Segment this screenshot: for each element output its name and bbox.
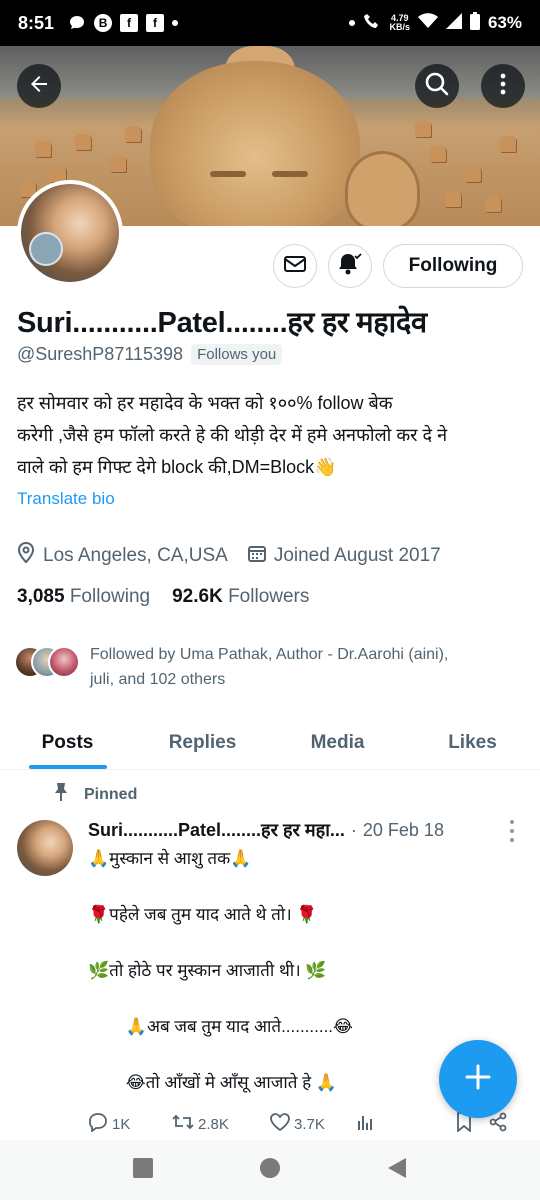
following-count: 3,085 xyxy=(17,586,65,607)
pinned-indicator: Pinned xyxy=(52,782,137,807)
system-nav-bar xyxy=(0,1140,540,1200)
bio-line: करेगी ,जैसे हम फॉलो करते हे की थोड़ी देर… xyxy=(17,425,448,445)
bell-check-icon xyxy=(337,251,363,282)
calendar-icon xyxy=(247,544,266,568)
back-nav-button[interactable] xyxy=(386,1157,408,1184)
facebook-notification-icon: f xyxy=(120,14,139,32)
banner-sculpture-cobra xyxy=(345,151,420,226)
post-line xyxy=(88,873,508,901)
banner-sculpture-face xyxy=(150,61,360,226)
translate-bio-link[interactable]: Translate bio xyxy=(17,489,115,509)
more-notifications-dot-icon xyxy=(172,20,179,26)
avatar xyxy=(48,646,80,678)
views-button[interactable] xyxy=(356,1113,456,1135)
follow-counts: 3,085 Following 92.6K Followers xyxy=(17,586,309,608)
reply-button[interactable]: 1K xyxy=(88,1112,172,1136)
post-line xyxy=(88,929,508,957)
post-line xyxy=(88,985,508,1013)
profile-bio: हर सोमवार को हर महादेव के भक्त को १००% f… xyxy=(17,387,522,483)
tab-replies[interactable]: Replies xyxy=(135,716,270,769)
heart-icon xyxy=(270,1113,290,1135)
search-icon xyxy=(424,71,450,102)
profile-tabs: Posts Replies Media Likes xyxy=(0,716,540,770)
tab-media[interactable]: Media xyxy=(270,716,405,769)
repost-button[interactable]: 2.8K xyxy=(172,1113,270,1135)
following-button[interactable]: Following xyxy=(383,244,523,288)
reply-count: 1K xyxy=(112,1115,131,1133)
profile-handle: @SureshP87115398 xyxy=(17,344,184,364)
like-button[interactable]: 3.7K xyxy=(270,1113,356,1135)
followed-by-text: Followed by Uma Pathak, Author - Dr.Aaro… xyxy=(90,646,449,688)
notifications-button[interactable] xyxy=(328,244,372,288)
post-actions: 1K 2.8K 3.7K xyxy=(88,1112,518,1136)
message-button[interactable] xyxy=(273,244,317,288)
facebook-notification-icon-2: f xyxy=(146,14,165,32)
followed-by[interactable]: Followed by Uma Pathak, Author - Dr.Aaro… xyxy=(14,642,520,692)
followers-count-link[interactable]: 92.6K Followers xyxy=(172,586,309,608)
post-author-avatar[interactable] xyxy=(17,820,73,876)
following-label: Following xyxy=(69,586,151,607)
profile-joined: Joined August 2017 xyxy=(247,544,441,568)
repost-icon xyxy=(172,1113,194,1135)
envelope-icon xyxy=(283,254,307,279)
profile-name: Suri...........Patel........हर हर महादेव xyxy=(17,307,427,339)
bar-chart-icon xyxy=(356,1113,374,1135)
follows-you-badge: Follows you xyxy=(191,344,283,365)
arrow-left-icon xyxy=(27,72,51,101)
call-icon xyxy=(363,12,381,35)
location-pin-icon xyxy=(17,541,35,570)
followers-label: Followers xyxy=(228,586,310,607)
post-author-name[interactable]: Suri...........Patel........हर हर महा... xyxy=(88,818,345,842)
notification-b-icon: B xyxy=(94,14,113,32)
post-more-button[interactable] xyxy=(506,820,518,842)
joined-text: Joined August 2017 xyxy=(273,545,441,566)
post-line: 🌹पहेले जब तुम याद आते थे तो। 🌹 xyxy=(88,905,318,924)
more-options-button[interactable] xyxy=(481,64,525,108)
search-button[interactable] xyxy=(415,64,459,108)
back-button[interactable] xyxy=(17,64,61,108)
signal-icon xyxy=(445,12,462,34)
wifi-icon xyxy=(417,12,438,34)
pin-icon xyxy=(52,782,70,807)
post-line: 🙏अब जब तुम याद आते...........😂 xyxy=(88,1017,353,1036)
bio-line: वाले को हम गिफ्ट देगे block की,DM=Block👋 xyxy=(17,457,337,477)
home-button[interactable] xyxy=(259,1157,281,1184)
pinned-label: Pinned xyxy=(84,785,138,803)
chat-notification-icon xyxy=(68,14,86,32)
avatar-pot xyxy=(29,232,63,266)
location-text: Los Angeles, CA,USA xyxy=(43,545,228,566)
like-count: 3.7K xyxy=(294,1115,325,1133)
status-bar: 8:51 B f f 4.79 KB/s 63% xyxy=(0,0,540,46)
repost-count: 2.8K xyxy=(198,1115,229,1133)
more-vertical-icon xyxy=(500,73,506,100)
post-header: Suri...........Patel........हर हर महा...… xyxy=(88,818,444,842)
following-count-link[interactable]: 3,085 Following xyxy=(17,586,150,608)
followers-count: 92.6K xyxy=(172,586,223,607)
status-dot-icon xyxy=(349,20,356,26)
plus-icon xyxy=(464,1063,492,1096)
bio-line: हर सोमवार को हर महादेव के भक्त को १००% f… xyxy=(17,393,393,413)
post-date[interactable]: 20 Feb 18 xyxy=(363,820,444,841)
status-time: 8:51 xyxy=(18,12,55,33)
profile-handle-row: @SureshP87115398 Follows you xyxy=(17,344,283,365)
compose-post-button[interactable] xyxy=(439,1040,517,1118)
followed-by-avatars xyxy=(14,646,80,682)
profile-meta: Los Angeles, CA,USA Joined August 2017 xyxy=(17,541,441,570)
battery-icon xyxy=(469,11,480,35)
post-line: 🌿तो होठे पर मुस्कान आजाती थी। 🌿 xyxy=(88,961,327,980)
tab-likes[interactable]: Likes xyxy=(405,716,540,769)
battery-percent: 63% xyxy=(487,13,522,32)
tab-posts[interactable]: Posts xyxy=(0,716,135,769)
profile-avatar[interactable] xyxy=(17,180,123,286)
post-line: 🙏मुस्कान से आशु तक🙏 xyxy=(88,849,252,868)
reply-icon xyxy=(88,1112,108,1136)
recents-button[interactable] xyxy=(132,1157,154,1184)
profile-location: Los Angeles, CA,USA xyxy=(17,541,228,570)
network-speed: 4.79 KB/s xyxy=(389,13,410,32)
post-separator: · xyxy=(350,819,357,840)
